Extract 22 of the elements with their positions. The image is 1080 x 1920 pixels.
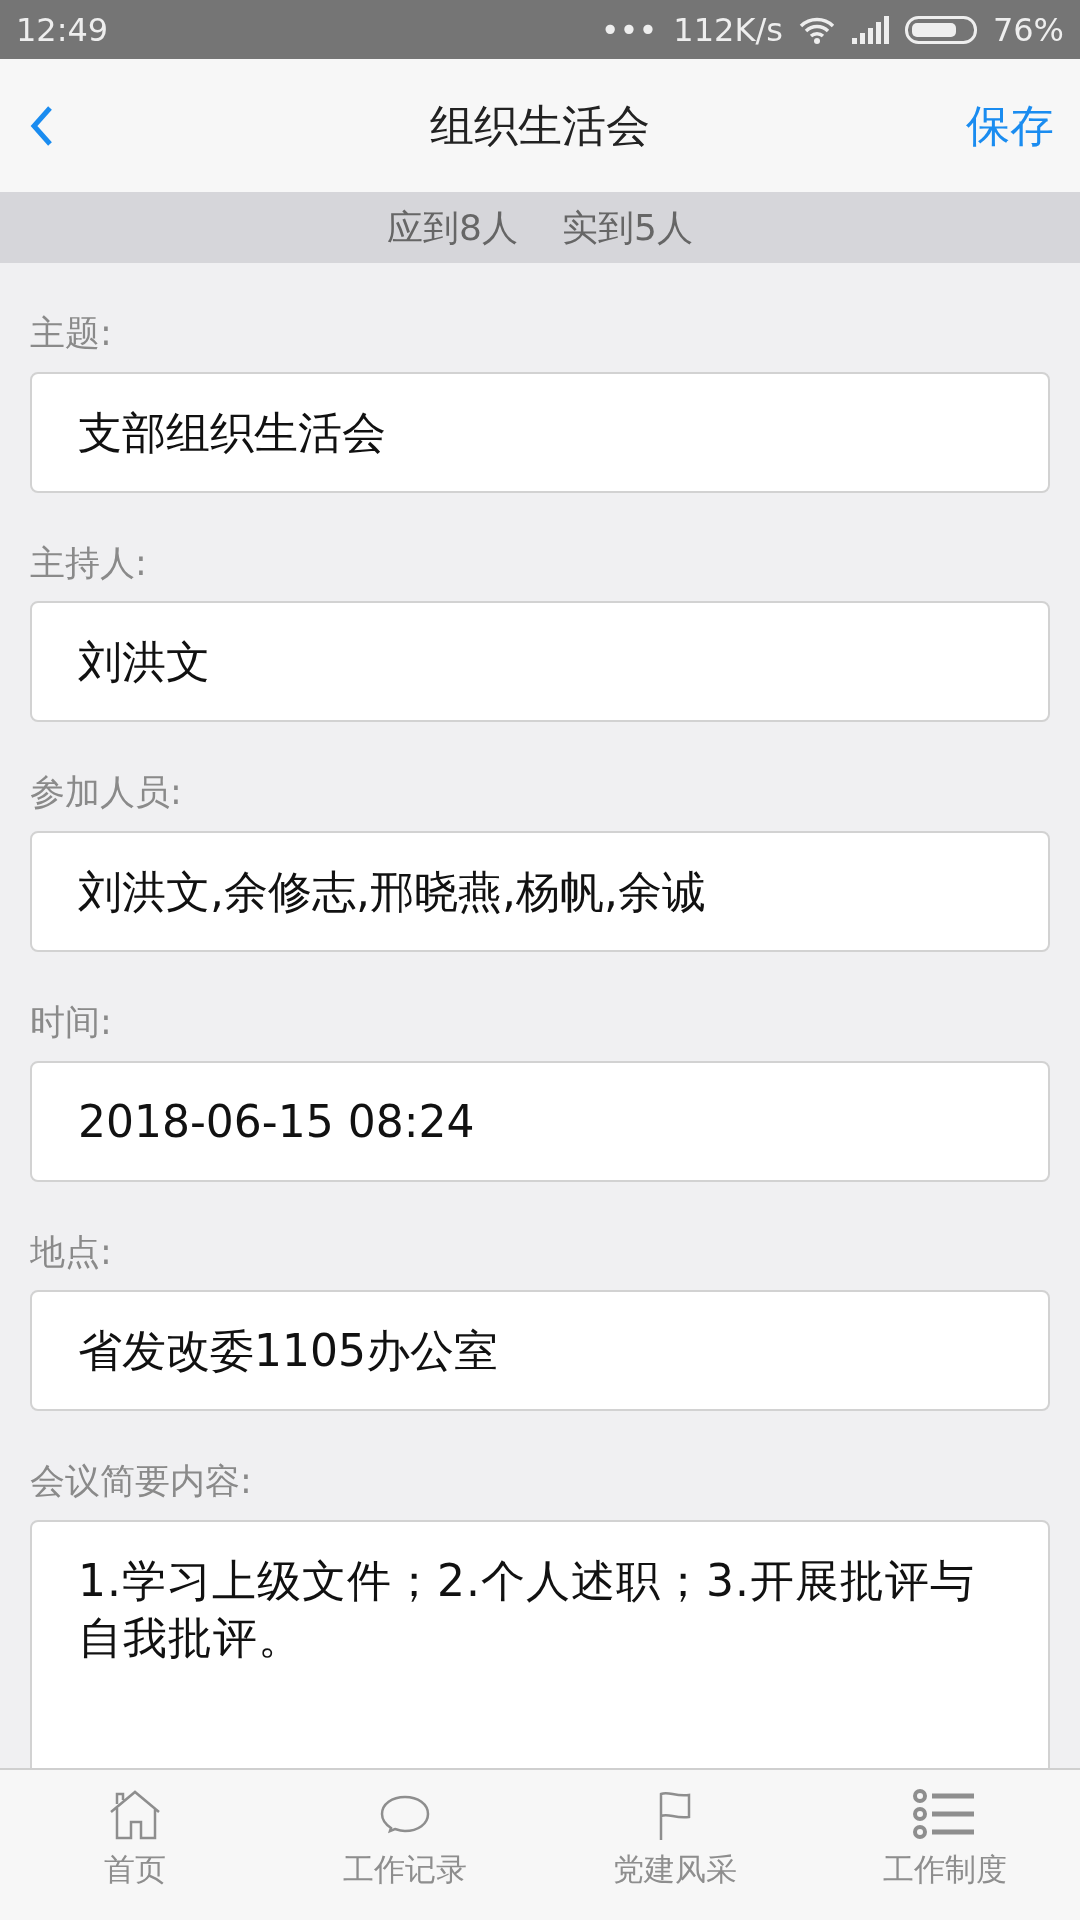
input-field[interactable]: 支部组织生活会 <box>30 371 1050 493</box>
battery-percent: 76% <box>992 9 1064 51</box>
network-speed: 112K/s <box>673 9 783 51</box>
input-field[interactable]: 2018-06-15 08:24 <box>30 1060 1050 1182</box>
page-title: 组织生活会 <box>430 98 650 153</box>
attendance-count: 应到8人 <box>387 205 518 250</box>
text-area[interactable]: 1.学习上级文件；2.个人述职；3.开展批评与自我批评。 <box>30 1519 1050 1768</box>
notification-dots: ••• <box>600 9 658 51</box>
field-label: 主持人: <box>30 541 148 585</box>
field-label: 参加人员: <box>30 771 183 815</box>
input-field[interactable]: 刘洪文 <box>30 601 1050 723</box>
input-field[interactable]: 省发改委1105办公室 <box>30 1290 1050 1412</box>
field-label: 主题: <box>30 312 113 355</box>
battery-icon <box>904 15 977 44</box>
attendance-count: 实到5人 <box>562 205 693 250</box>
clock-time: 12:49 <box>16 9 109 51</box>
input-field[interactable]: 刘洪文,余修志,邢晓燕,杨帆,余诚 <box>30 830 1050 953</box>
signal-icon <box>850 15 889 44</box>
wifi-icon <box>798 15 835 44</box>
field-label: 时间: <box>30 1001 113 1045</box>
field-label: 会议简要内容: <box>30 1460 253 1504</box>
field-label: 地点: <box>30 1230 113 1274</box>
